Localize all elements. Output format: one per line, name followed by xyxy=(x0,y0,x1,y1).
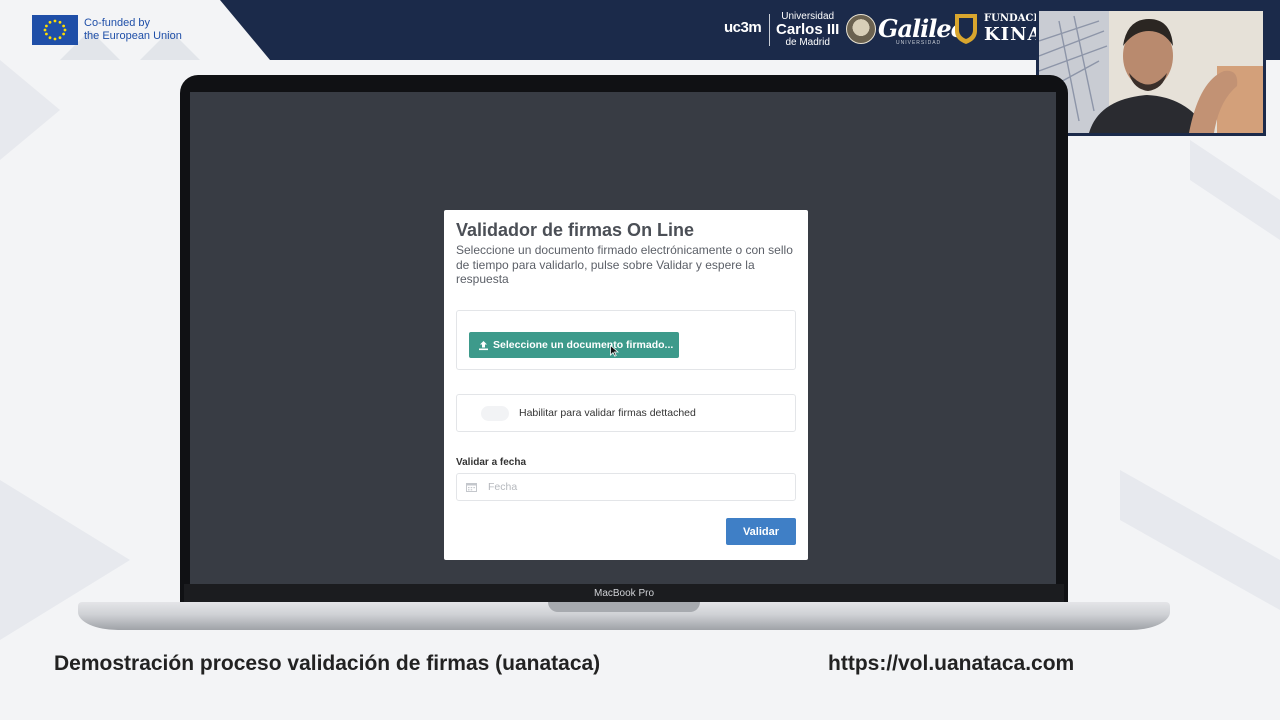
demo-caption: Demostración proceso validación de firma… xyxy=(54,652,601,675)
uni-line-2: Carlos III xyxy=(776,21,840,38)
upload-icon xyxy=(479,340,488,350)
date-label: Validar a fecha xyxy=(456,457,527,468)
eu-flag-icon xyxy=(32,15,78,45)
uc3m-logo: uc3m xyxy=(724,19,762,36)
dettached-toggle[interactable] xyxy=(481,406,509,421)
uc3m-university-name: Universidad Carlos III de Madrid xyxy=(776,11,839,48)
webcam-video xyxy=(1036,8,1266,136)
validator-title: Validador de firmas On Line xyxy=(456,220,695,240)
demo-url: https://vol.uanataca.com xyxy=(828,652,1075,675)
logo-separator xyxy=(769,14,770,46)
dettached-section: Habilitar para validar firmas dettached xyxy=(456,394,796,432)
validator-card: Validador de firmas On Line Seleccione u… xyxy=(444,210,808,560)
shield-icon xyxy=(955,14,977,44)
validator-description: Seleccione un documento firmado electrón… xyxy=(456,243,793,286)
select-document-label: Seleccione un documento firmado... xyxy=(493,339,674,351)
select-document-button[interactable]: Seleccione un documento firmado... xyxy=(469,332,679,358)
galileo-subtitle: UNIVERSIDAD xyxy=(896,40,942,46)
uni-line-3: de Madrid xyxy=(785,37,830,48)
laptop-brand-label: MacBook Pro xyxy=(593,588,655,599)
mouse-cursor-icon xyxy=(610,345,619,357)
date-input[interactable] xyxy=(456,473,796,501)
calendar-icon xyxy=(466,483,477,492)
upload-section: Seleccione un documento firmado... xyxy=(456,310,796,370)
galileo-logo: Galileo xyxy=(878,14,967,43)
dettached-label: Habilitar para validar firmas dettached xyxy=(519,407,696,419)
validate-button[interactable]: Validar xyxy=(726,518,796,545)
webcam-presenter-image xyxy=(1039,11,1263,133)
galileo-seal-icon xyxy=(846,14,876,44)
laptop-notch xyxy=(548,602,700,612)
eu-line-2: the European Union xyxy=(84,30,182,42)
eu-line-1: Co-funded by xyxy=(84,17,151,29)
eu-cofunded-text: Co-funded by the European Union xyxy=(84,17,182,43)
